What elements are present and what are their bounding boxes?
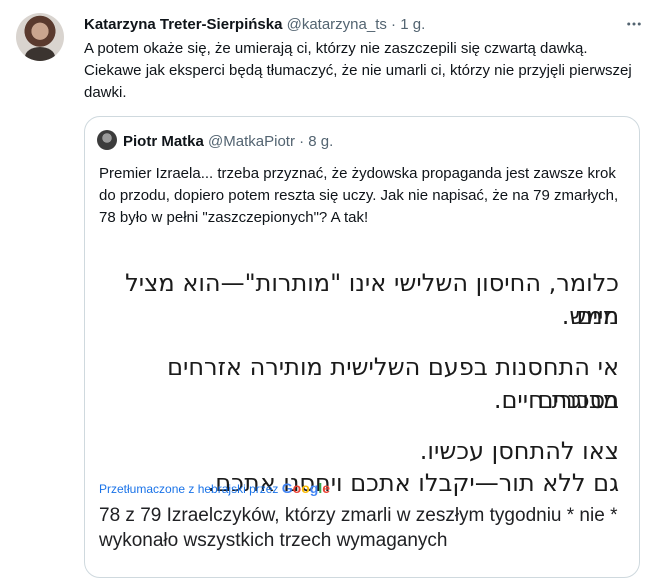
separator-dot: · — [299, 133, 305, 150]
quoted-author-name: Piotr Matka — [123, 133, 204, 150]
quoted-tweet-time: 8 g. — [308, 133, 334, 150]
tweet-text: A potem okaże się, że umierają ci, którz… — [84, 40, 632, 101]
hebrew-line: ממש. — [561, 302, 619, 330]
quoted-tweet-header: Piotr Matka @MatkaPiotr · 8 g. — [97, 130, 333, 152]
translation-attribution: Przetłumaczone z hebrajski przez Google — [99, 480, 330, 496]
quoted-author-handle: @MatkaPiotr — [208, 133, 295, 150]
quoted-tweet-text: Premier Izraela... trzeba przyznać, że ż… — [99, 165, 619, 226]
author-handle[interactable]: @katarzyna_ts — [287, 16, 387, 33]
separator-dot: · — [391, 16, 397, 33]
author-avatar[interactable] — [16, 13, 64, 61]
google-logo: Google — [281, 480, 331, 496]
author-name[interactable]: Katarzyna Treter-Sierpińska — [84, 16, 282, 33]
translation-label: Przetłumaczone z hebrajski przez — [99, 482, 279, 496]
quoted-tweet[interactable]: Piotr Matka @MatkaPiotr · 8 g. Premier I… — [84, 116, 640, 578]
ellipsis-horizontal-icon[interactable] — [622, 12, 646, 36]
translated-text: 78 z 79 Izraelczyków, którzy zmarli w ze… — [99, 505, 618, 551]
tweet-header: Katarzyna Treter-Sierpińska @katarzyna_t… — [84, 15, 628, 35]
hebrew-line: בסכנת חיים. — [493, 386, 619, 414]
hebrew-line: צאו להתחסן עכשיו. — [419, 437, 619, 465]
quoted-author-avatar — [97, 130, 117, 150]
tweet-time[interactable]: 1 g. — [400, 16, 425, 33]
